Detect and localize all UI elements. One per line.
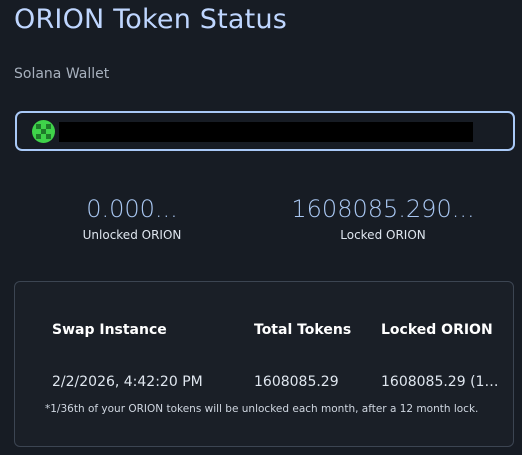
locked-orion-label: Locked ORION — [340, 228, 426, 242]
column-header-total-tokens: Total Tokens — [254, 322, 352, 338]
unlocked-orion-label: Unlocked ORION — [82, 228, 182, 242]
unlock-schedule-note: *1/36th of your ORION tokens will be unl… — [45, 403, 479, 415]
locked-orion-stat: 1608085.290... Locked ORION — [288, 195, 478, 242]
locked-orion-value: 1608085.290... — [291, 195, 475, 223]
orion-token-status-page: ORION Token Status Solana Wallet 0.000..… — [0, 0, 522, 455]
identicon-avatar-icon — [32, 120, 55, 143]
column-header-swap-instance: Swap Instance — [52, 322, 167, 338]
unlocked-orion-value: 0.000... — [86, 195, 178, 223]
locked-orion-cell: 1608085.29 (10... — [381, 374, 505, 390]
wallet-address-redacted — [59, 122, 473, 142]
column-header-locked-orion: Locked ORION — [381, 322, 493, 338]
page-title: ORION Token Status — [14, 4, 288, 35]
wallet-section-label: Solana Wallet — [14, 66, 110, 82]
swap-instances-card: Swap Instance Total Tokens Locked ORION … — [14, 281, 514, 447]
unlocked-orion-stat: 0.000... Unlocked ORION — [72, 195, 192, 242]
swap-instance-cell: 2/2/2026, 4:42:20 PM — [52, 374, 203, 390]
wallet-address-field[interactable] — [15, 111, 515, 151]
total-tokens-cell: 1608085.29 — [254, 374, 339, 390]
